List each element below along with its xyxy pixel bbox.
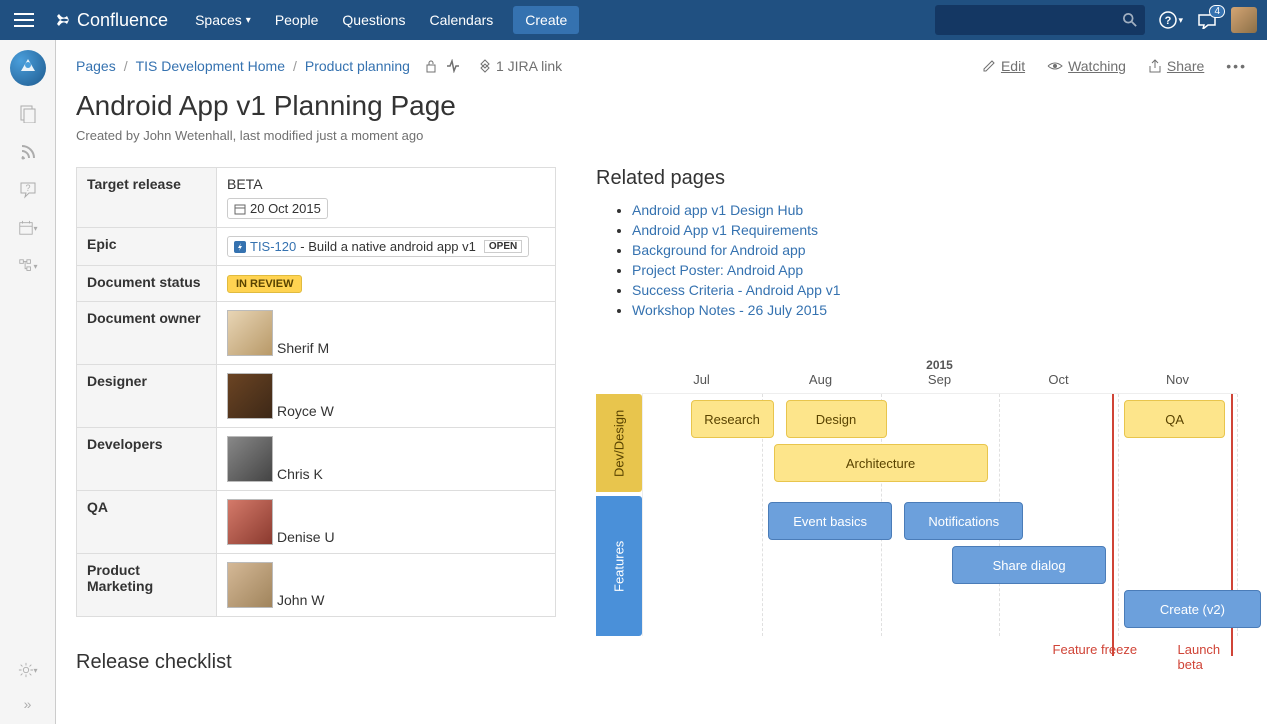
target-release-value: BETA: [227, 176, 545, 192]
breadcrumb-pages[interactable]: Pages: [76, 58, 116, 74]
search-input[interactable]: [935, 5, 1145, 35]
calendar-icon: [234, 203, 246, 215]
tree-icon[interactable]: ▾: [18, 256, 38, 276]
target-date[interactable]: 20 Oct 2015: [227, 198, 328, 219]
epic-link[interactable]: TIS-120 - Build a native android app v1 …: [227, 236, 529, 257]
milestone-freeze: [1112, 394, 1114, 656]
avatar: [227, 562, 273, 608]
milestone-label-launch: Launch beta: [1178, 642, 1238, 672]
nav-items: Spaces▾ People Questions Calendars Creat…: [183, 0, 579, 40]
expand-icon[interactable]: »: [18, 694, 38, 714]
create-button[interactable]: Create: [513, 6, 579, 34]
pencil-icon: [982, 59, 996, 73]
bar-research[interactable]: Research: [691, 400, 774, 438]
lane-features: Features: [596, 496, 642, 636]
nav-calendars[interactable]: Calendars: [417, 0, 505, 40]
related-link[interactable]: Android app v1 Design Hub: [632, 202, 803, 218]
blog-icon[interactable]: [18, 142, 38, 162]
restrictions-icon[interactable]: [424, 59, 438, 73]
avatar: [227, 499, 273, 545]
pm-person[interactable]: John W: [227, 562, 545, 608]
settings-icon[interactable]: ▾: [18, 660, 38, 680]
nav-spaces[interactable]: Spaces▾: [183, 0, 263, 40]
related-link[interactable]: Android App v1 Requirements: [632, 222, 818, 238]
share-icon: [1148, 59, 1162, 73]
roadmap-months: Jul Aug Sep Oct Nov: [642, 372, 1237, 394]
bar-notifications[interactable]: Notifications: [904, 502, 1023, 540]
svg-text:?: ?: [1165, 15, 1172, 27]
help-icon[interactable]: ? ▾: [1159, 11, 1183, 29]
jira-icon: [478, 59, 492, 73]
related-link[interactable]: Project Poster: Android App: [632, 262, 803, 278]
qa-person[interactable]: Denise U: [227, 499, 545, 545]
jira-links[interactable]: 1 JIRA link: [478, 58, 562, 74]
roadmap: 2015 Jul Aug Sep Oct Nov Dev/Design Feat…: [596, 358, 1247, 662]
doc-status-badge: IN REVIEW: [227, 275, 302, 293]
main-content: Pages / TIS Development Home / Product p…: [56, 40, 1267, 724]
app-switcher-icon[interactable]: [10, 6, 38, 34]
avatar: [227, 310, 273, 356]
bar-architecture[interactable]: Architecture: [774, 444, 988, 482]
page-byline: Created by John Wetenhall, last modified…: [76, 128, 1247, 143]
related-link[interactable]: Success Criteria - Android App v1: [632, 282, 841, 298]
svg-text:?: ?: [25, 183, 30, 193]
notification-badge: 4: [1209, 5, 1225, 18]
bar-qa[interactable]: QA: [1124, 400, 1225, 438]
related-pages-list: Android app v1 Design Hub Android App v1…: [596, 202, 1247, 318]
lane-dev-design: Dev/Design: [596, 394, 642, 492]
avatar: [227, 436, 273, 482]
breadcrumb: Pages / TIS Development Home / Product p…: [76, 58, 410, 74]
related-pages-heading: Related pages: [596, 167, 1247, 190]
related-link[interactable]: Workshop Notes - 26 July 2015: [632, 302, 827, 318]
epic-icon: [234, 241, 246, 253]
global-header: Confluence Spaces▾ People Questions Cale…: [0, 0, 1267, 40]
more-actions[interactable]: •••: [1226, 58, 1247, 74]
space-sidebar: ? ▾ ▾ ▾ »: [0, 40, 56, 724]
eye-icon: [1047, 60, 1063, 72]
bar-create-v2[interactable]: Create (v2): [1124, 590, 1261, 628]
search-icon: [1123, 13, 1137, 27]
bar-design[interactable]: Design: [786, 400, 887, 438]
edit-button[interactable]: Edit: [982, 58, 1025, 74]
bar-event-basics[interactable]: Event basics: [768, 502, 893, 540]
notifications-icon[interactable]: 4: [1197, 11, 1217, 29]
nav-questions[interactable]: Questions: [330, 0, 417, 40]
watch-button[interactable]: Watching: [1047, 58, 1126, 74]
confluence-logo[interactable]: Confluence: [53, 10, 168, 31]
pages-icon[interactable]: [18, 104, 38, 124]
questions-icon[interactable]: ?: [18, 180, 38, 200]
page-title: Android App v1 Planning Page: [76, 90, 1247, 122]
checklist-heading: Release checklist: [76, 651, 556, 674]
developer[interactable]: Chris K: [227, 436, 545, 482]
nav-people[interactable]: People: [263, 0, 331, 40]
breadcrumb-parent[interactable]: Product planning: [305, 58, 410, 74]
doc-owner[interactable]: Sherif M: [227, 310, 545, 356]
breadcrumb-space[interactable]: TIS Development Home: [136, 58, 285, 74]
activity-icon[interactable]: [446, 59, 460, 73]
properties-table: Target release BETA 20 Oct 2015: [76, 167, 556, 617]
designer[interactable]: Royce W: [227, 373, 545, 419]
share-button[interactable]: Share: [1148, 58, 1204, 74]
bar-share-dialog[interactable]: Share dialog: [952, 546, 1106, 584]
calendar-icon[interactable]: ▾: [18, 218, 38, 238]
user-avatar[interactable]: [1231, 7, 1257, 33]
avatar: [227, 373, 273, 419]
space-logo[interactable]: [10, 50, 46, 86]
milestone-label-freeze: Feature freeze: [1053, 642, 1138, 657]
related-link[interactable]: Background for Android app: [632, 242, 806, 258]
